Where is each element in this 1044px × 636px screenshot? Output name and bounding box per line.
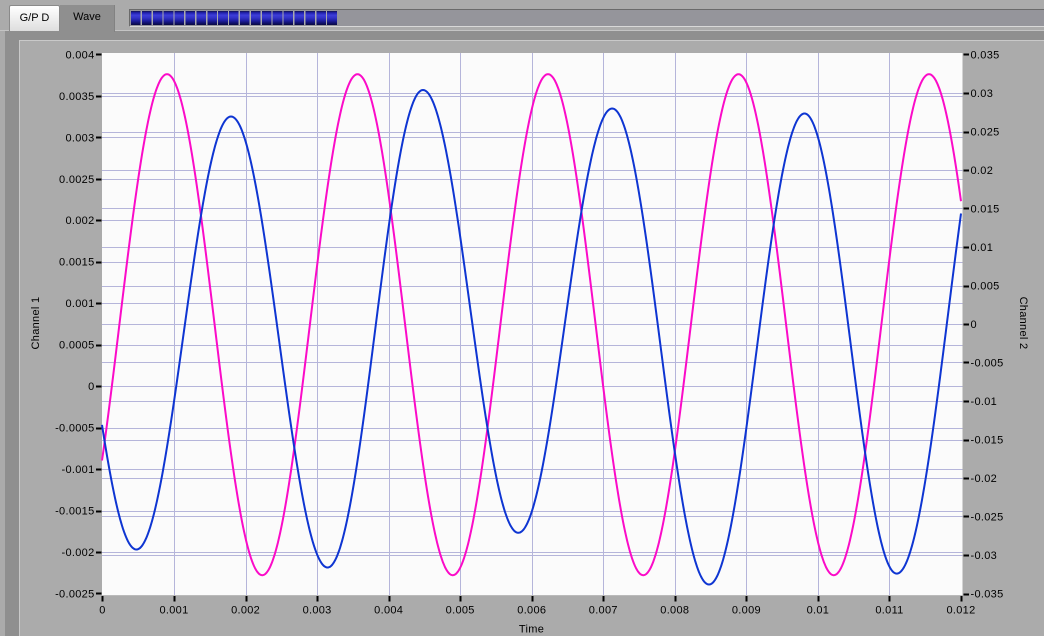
svg-text:-0.03: -0.03 (971, 550, 998, 562)
svg-text:0.0005: 0.0005 (59, 340, 94, 352)
svg-text:0.015: 0.015 (971, 203, 1000, 215)
svg-text:0.01: 0.01 (971, 242, 994, 254)
svg-text:Channel 1: Channel 1 (30, 297, 42, 350)
svg-text:0.005: 0.005 (971, 280, 1000, 292)
svg-text:0.003: 0.003 (303, 605, 332, 617)
svg-text:0.008: 0.008 (660, 605, 689, 617)
svg-text:-0.002: -0.002 (62, 547, 95, 559)
svg-text:0: 0 (971, 319, 977, 331)
svg-text:0.011: 0.011 (875, 605, 903, 617)
svg-text:0.003: 0.003 (65, 132, 94, 144)
svg-text:0.01: 0.01 (807, 605, 830, 617)
svg-text:0.009: 0.009 (732, 605, 761, 617)
svg-text:0.004: 0.004 (65, 49, 94, 61)
svg-text:Time: Time (519, 624, 544, 636)
svg-text:-0.0005: -0.0005 (55, 423, 94, 435)
svg-text:0.001: 0.001 (159, 605, 188, 617)
svg-text:0.005: 0.005 (446, 605, 475, 617)
svg-text:-0.035: -0.035 (971, 588, 1004, 600)
svg-text:0: 0 (88, 381, 94, 393)
svg-text:0.02: 0.02 (971, 165, 994, 177)
svg-text:-0.025: -0.025 (971, 511, 1004, 523)
svg-text:0.0035: 0.0035 (59, 91, 94, 103)
svg-text:0.025: 0.025 (971, 126, 1000, 138)
svg-text:-0.0015: -0.0015 (55, 506, 94, 518)
svg-text:0.03: 0.03 (971, 88, 994, 100)
svg-text:0.0025: 0.0025 (59, 174, 94, 186)
svg-text:0.002: 0.002 (231, 605, 260, 617)
svg-text:0.012: 0.012 (946, 605, 975, 617)
svg-text:-0.015: -0.015 (971, 434, 1004, 446)
svg-text:0: 0 (99, 605, 105, 617)
svg-text:0.001: 0.001 (65, 298, 94, 310)
svg-text:-0.005: -0.005 (971, 357, 1004, 369)
svg-text:-0.02: -0.02 (971, 473, 998, 485)
svg-text:-0.001: -0.001 (62, 464, 95, 476)
svg-text:0.035: 0.035 (971, 49, 1000, 61)
svg-text:0.006: 0.006 (517, 605, 546, 617)
svg-text:Channel 2: Channel 2 (1017, 297, 1029, 350)
svg-text:0.004: 0.004 (374, 605, 403, 617)
svg-text:-0.01: -0.01 (971, 396, 998, 408)
svg-text:0.007: 0.007 (589, 605, 618, 617)
svg-text:0.0015: 0.0015 (59, 257, 94, 269)
svg-text:-0.0025: -0.0025 (55, 588, 94, 600)
svg-text:0.002: 0.002 (65, 215, 94, 227)
